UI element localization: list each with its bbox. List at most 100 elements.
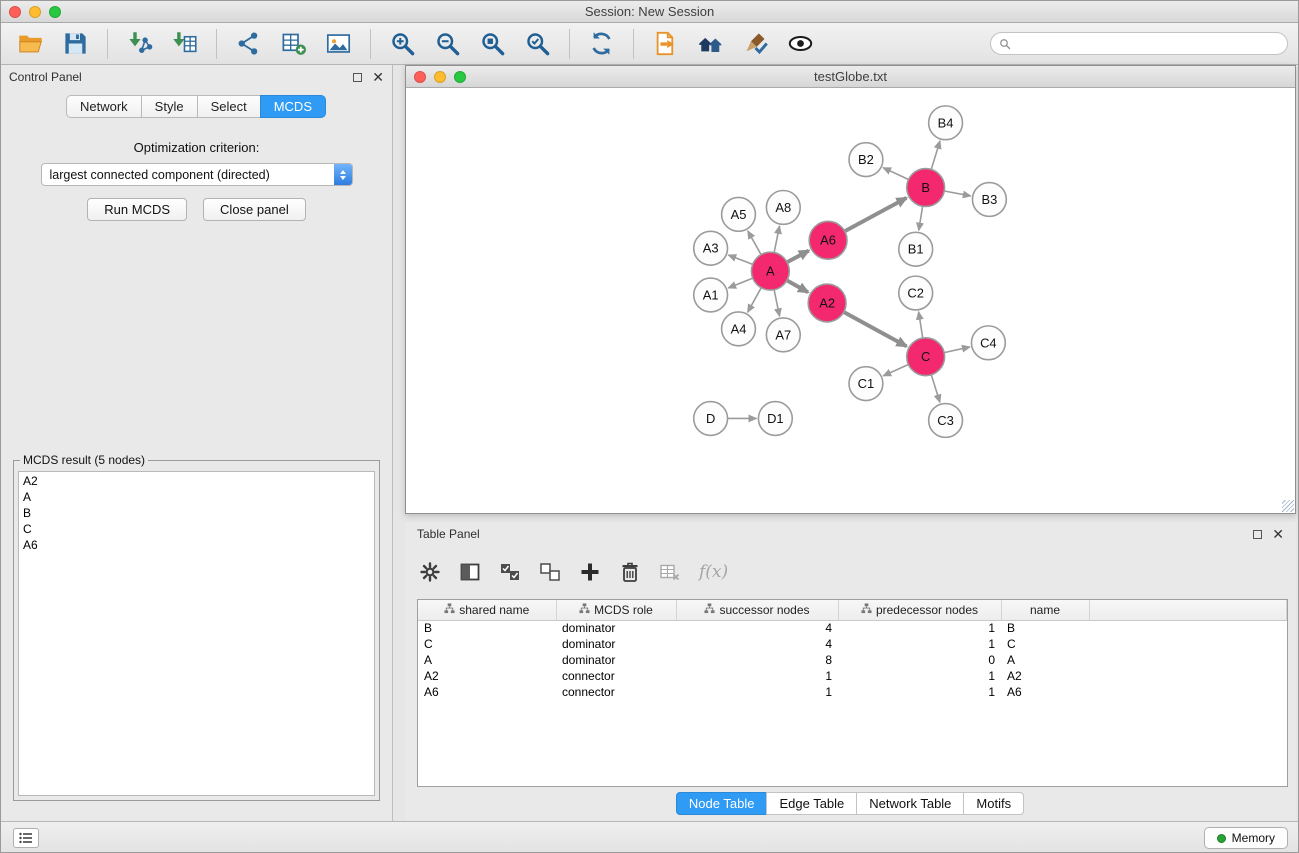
graph-edge-B-B2[interactable]	[883, 168, 908, 180]
graph-edge-A-A3[interactable]	[728, 255, 752, 264]
graph-node-C1[interactable]	[849, 367, 883, 401]
memory-button[interactable]: Memory	[1204, 827, 1288, 849]
graph-node-A8[interactable]	[766, 190, 800, 224]
close-panel-icon[interactable]: ✕	[372, 73, 384, 82]
graph-edge-A-A7[interactable]	[774, 290, 779, 317]
graph-node-A7[interactable]	[766, 318, 800, 352]
graph-edge-C-C2[interactable]	[919, 312, 923, 338]
zoom-fit-button[interactable]	[473, 27, 512, 60]
graph-node-B2[interactable]	[849, 143, 883, 177]
graph-edge-C-C3[interactable]	[931, 375, 940, 403]
add-column-button[interactable]	[577, 559, 603, 585]
zoom-in-button[interactable]	[383, 27, 422, 60]
column-header-predecessor-nodes[interactable]: predecessor nodes	[838, 600, 1001, 620]
minimize-window-button[interactable]	[29, 6, 41, 18]
export-image-button[interactable]	[319, 27, 358, 60]
graph-edge-A-A5[interactable]	[748, 231, 761, 255]
export-table-button[interactable]	[274, 27, 313, 60]
graph-node-C[interactable]	[907, 338, 945, 376]
zoom-out-button[interactable]	[428, 27, 467, 60]
tab-select[interactable]: Select	[197, 95, 261, 118]
graph-node-C2[interactable]	[899, 276, 933, 310]
tab-motifs[interactable]: Motifs	[963, 792, 1024, 815]
mcds-result-item[interactable]: C	[23, 521, 370, 537]
minimize-network-window-button[interactable]	[434, 71, 446, 83]
graph-edge-A-A4[interactable]	[748, 288, 762, 313]
float-panel-icon[interactable]	[353, 73, 362, 82]
home-button[interactable]	[691, 27, 730, 60]
optimization-criterion-select[interactable]: largest connected component (directed)	[41, 163, 353, 186]
mcds-result-item[interactable]: A2	[23, 473, 370, 489]
mcds-result-item[interactable]: B	[23, 505, 370, 521]
tab-style[interactable]: Style	[141, 95, 198, 118]
close-panel-button[interactable]: Close panel	[203, 198, 306, 221]
zoom-window-button[interactable]	[49, 6, 61, 18]
apply-style-button[interactable]	[736, 27, 775, 60]
mcds-result-list[interactable]: A2ABCA6	[18, 471, 375, 796]
close-window-button[interactable]	[9, 6, 21, 18]
graph-edge-B-B4[interactable]	[931, 141, 940, 170]
graph-node-A3[interactable]	[694, 231, 728, 265]
search-input[interactable]	[1016, 37, 1279, 51]
column-header-name[interactable]: name	[1001, 600, 1089, 620]
search-field[interactable]	[990, 32, 1288, 55]
graph-node-A4[interactable]	[722, 312, 756, 346]
import-table-button[interactable]	[165, 27, 204, 60]
graph-node-A[interactable]	[751, 252, 789, 290]
graph-node-B1[interactable]	[899, 232, 933, 266]
graph-edge-A-A8[interactable]	[774, 226, 779, 253]
graph-edge-A-A1[interactable]	[728, 278, 753, 288]
graph-node-B[interactable]	[907, 169, 945, 207]
graph-edge-A-A6[interactable]	[787, 251, 809, 263]
tab-network[interactable]: Network	[66, 95, 142, 118]
graph-node-B4[interactable]	[929, 106, 963, 140]
run-mcds-button[interactable]: Run MCDS	[87, 198, 187, 221]
tab-mcds[interactable]: MCDS	[260, 95, 326, 118]
open-session-button[interactable]	[11, 27, 50, 60]
graph-edge-B-B3[interactable]	[944, 191, 971, 196]
graph-edge-A-A2[interactable]	[787, 280, 808, 292]
zoom-network-window-button[interactable]	[454, 71, 466, 83]
refresh-button[interactable]	[582, 27, 621, 60]
graph-edge-C-C1[interactable]	[883, 365, 908, 376]
window-resize-handle[interactable]	[1282, 500, 1294, 512]
deselect-all-button[interactable]	[537, 559, 563, 585]
mcds-result-item[interactable]: A	[23, 489, 370, 505]
column-header-shared-name[interactable]: shared name	[418, 600, 556, 620]
table-row[interactable]: Adominator80A	[418, 652, 1287, 668]
graph-node-C3[interactable]	[929, 404, 963, 438]
graph-node-B3[interactable]	[972, 183, 1006, 217]
delete-column-button[interactable]	[617, 559, 643, 585]
graph-node-C4[interactable]	[971, 326, 1005, 360]
graph-node-D[interactable]	[694, 402, 728, 436]
graph-edge-C-C4[interactable]	[944, 347, 970, 353]
show-panels-button[interactable]	[13, 828, 39, 848]
tab-node-table[interactable]: Node Table	[676, 792, 768, 815]
column-header-mcds-role[interactable]: MCDS role	[556, 600, 676, 620]
table-row[interactable]: A2connector11A2	[418, 668, 1287, 684]
show-columns-button[interactable]	[457, 559, 483, 585]
mcds-result-item[interactable]: A6	[23, 537, 370, 553]
column-header-successor-nodes[interactable]: successor nodes	[676, 600, 838, 620]
graph-edge-A2-C[interactable]	[844, 312, 907, 346]
graph-edge-A6-B[interactable]	[845, 198, 907, 231]
table-options-button[interactable]	[417, 559, 443, 585]
network-graph[interactable]: B4B2BB3A5A8A6A3B1AC2A1A2A4A7C4CC1C3DD1	[406, 88, 1295, 513]
table-row[interactable]: A6connector11A6	[418, 684, 1287, 700]
graph-node-A5[interactable]	[722, 197, 756, 231]
table-row[interactable]: Bdominator41B	[418, 620, 1287, 636]
zoom-selected-button[interactable]	[518, 27, 557, 60]
toggle-visibility-button[interactable]	[781, 27, 820, 60]
graph-node-D1[interactable]	[758, 402, 792, 436]
import-network-button[interactable]	[120, 27, 159, 60]
network-canvas[interactable]: B4B2BB3A5A8A6A3B1AC2A1A2A4A7C4CC1C3DD1	[406, 88, 1295, 513]
delete-table-button[interactable]	[657, 559, 683, 585]
tab-network-table[interactable]: Network Table	[856, 792, 964, 815]
select-all-button[interactable]	[497, 559, 523, 585]
tab-edge-table[interactable]: Edge Table	[766, 792, 857, 815]
table-row[interactable]: Cdominator41C	[418, 636, 1287, 652]
open-file-button[interactable]	[646, 27, 685, 60]
graph-node-A2[interactable]	[808, 284, 846, 322]
export-network-button[interactable]	[229, 27, 268, 60]
graph-node-A1[interactable]	[694, 278, 728, 312]
